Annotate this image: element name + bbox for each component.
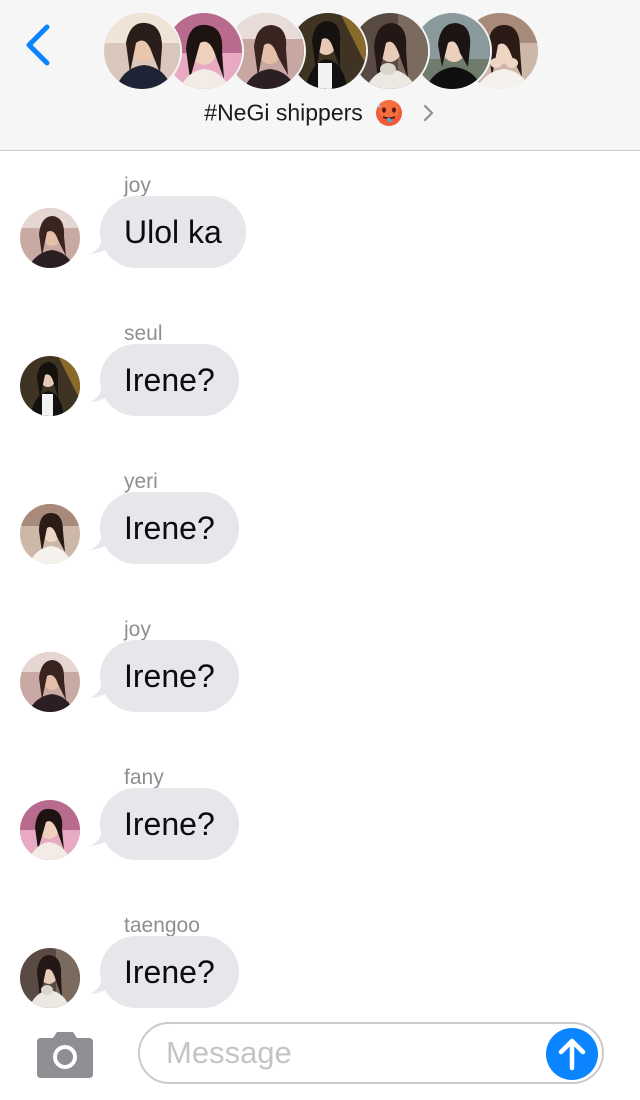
sender-avatar[interactable] bbox=[20, 208, 80, 268]
sender-avatar[interactable] bbox=[20, 652, 80, 712]
camera-icon bbox=[37, 1032, 93, 1078]
message-bubble[interactable]: Irene? bbox=[100, 788, 239, 860]
sender-avatar[interactable] bbox=[20, 504, 80, 564]
arrow-up-icon bbox=[558, 1038, 586, 1071]
sender-name: yeri bbox=[124, 470, 158, 493]
sender-avatar[interactable] bbox=[20, 948, 80, 1008]
sender-name: fany bbox=[124, 766, 164, 789]
group-details-button[interactable]: #NeGi shippers bbox=[0, 99, 640, 133]
member-avatar bbox=[102, 11, 182, 91]
message-composer bbox=[0, 1010, 640, 1100]
message-bubble[interactable]: Ulol ka bbox=[100, 196, 246, 268]
message-field bbox=[138, 1022, 604, 1084]
back-button[interactable] bbox=[18, 20, 62, 70]
sender-avatar[interactable] bbox=[20, 356, 80, 416]
conversation-header: #NeGi shippers bbox=[0, 0, 640, 151]
message-row: yeri Irene? bbox=[0, 470, 640, 618]
chevron-right-icon bbox=[423, 104, 433, 122]
message-row: joy Ulol ka bbox=[0, 174, 640, 322]
message-input[interactable] bbox=[166, 1032, 536, 1074]
sender-name: taengoo bbox=[124, 914, 200, 937]
group-title: #NeGi shippers bbox=[204, 99, 363, 126]
message-row: joy Irene? bbox=[0, 618, 640, 766]
group-avatar-stack[interactable] bbox=[102, 11, 542, 93]
sender-avatar[interactable] bbox=[20, 800, 80, 860]
message-row: seul Irene? bbox=[0, 322, 640, 470]
camera-button[interactable] bbox=[33, 1030, 97, 1080]
sender-name: joy bbox=[124, 618, 151, 641]
sender-name: joy bbox=[124, 174, 151, 197]
sender-name: seul bbox=[124, 322, 163, 345]
message-bubble[interactable]: Irene? bbox=[100, 640, 239, 712]
message-bubble[interactable]: Irene? bbox=[100, 344, 239, 416]
hot-face-emoji bbox=[376, 100, 403, 126]
message-bubble[interactable]: Irene? bbox=[100, 492, 239, 564]
message-row: fany Irene? bbox=[0, 766, 640, 914]
chevron-left-icon bbox=[26, 24, 50, 66]
message-bubble[interactable]: Irene? bbox=[100, 936, 239, 1008]
send-button[interactable] bbox=[546, 1028, 598, 1080]
